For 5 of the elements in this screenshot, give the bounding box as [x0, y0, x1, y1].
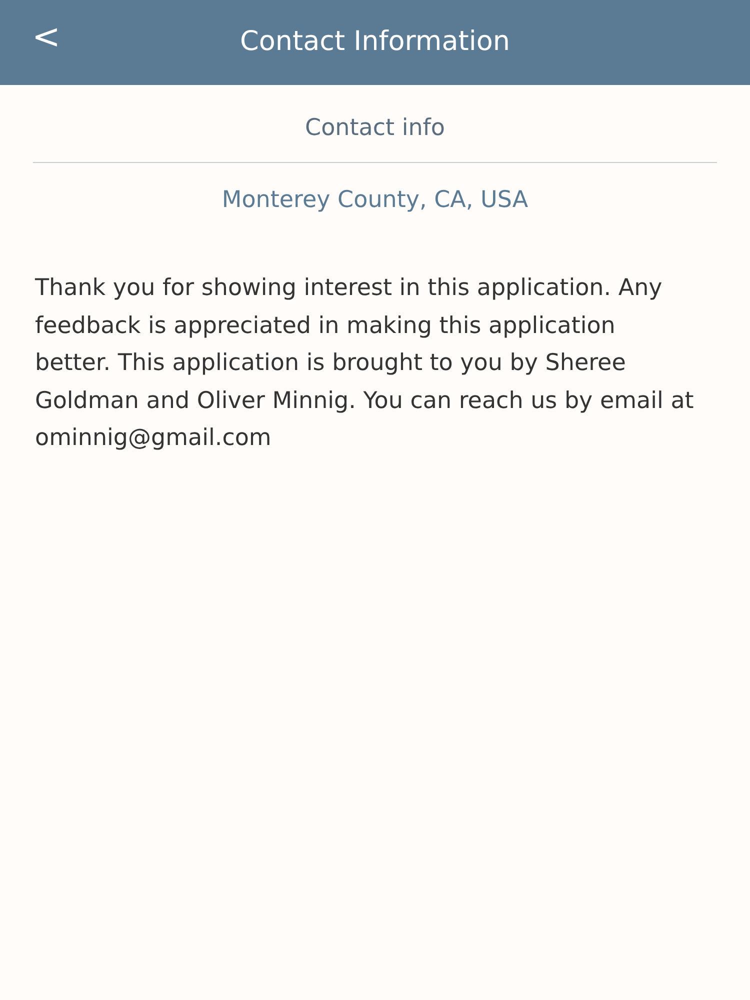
- message-paragraph: Thank you for showing interest in this application. Any feedback is appreciated in making this application better. This application is brought to you by Sheree Goldman and Oliver Minnig. You can reach us by email at ominnig@gmail.com: [34, 274, 695, 453]
- screen-title: Contact Information: [240, 25, 510, 60]
- section-title: Contact info: [305, 114, 445, 143]
- location-text: Monterey County, CA, USA: [222, 186, 528, 214]
- back-button[interactable]: <: [24, 20, 68, 54]
